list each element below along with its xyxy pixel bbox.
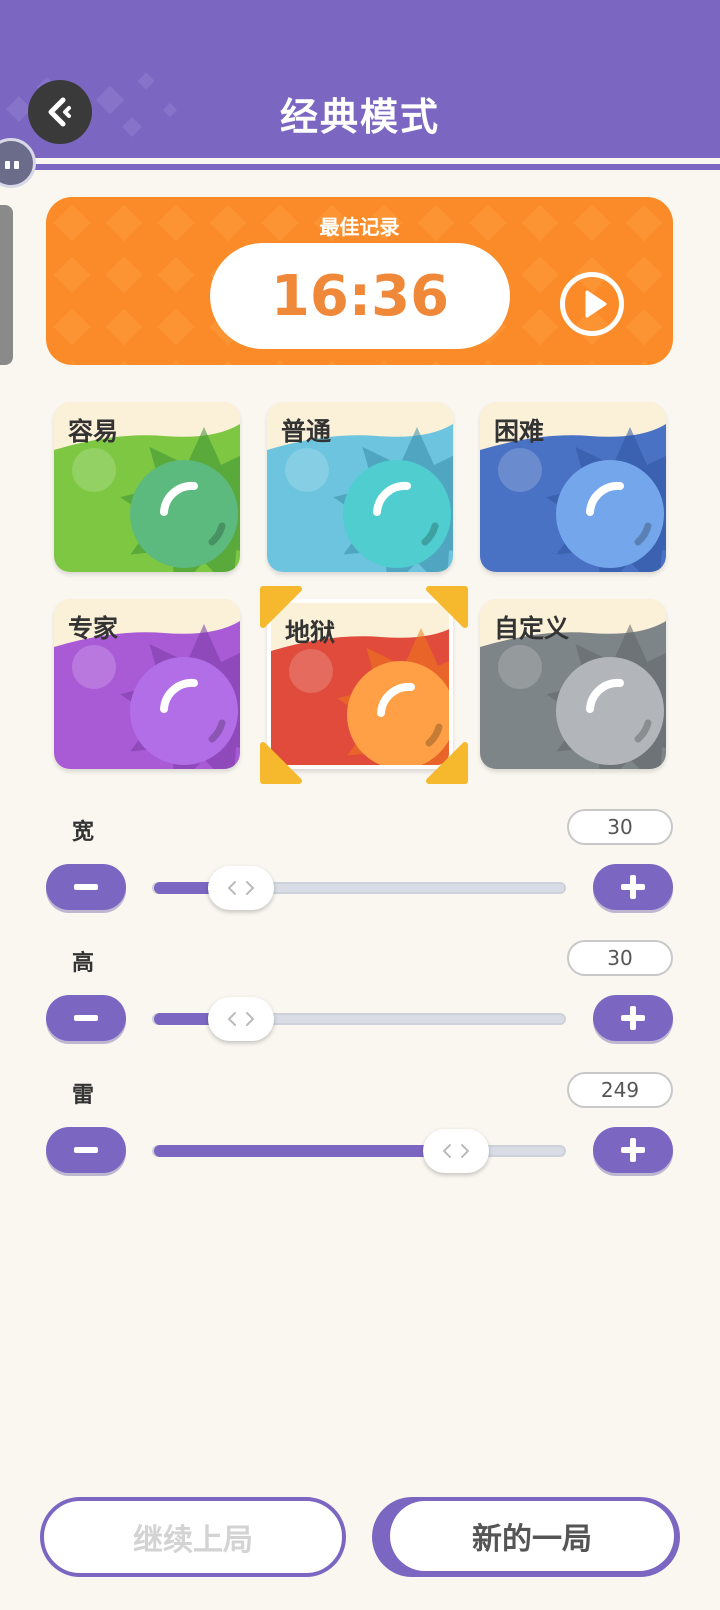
difficulty-card-hell[interactable]: 地狱 xyxy=(267,599,453,769)
difficulty-card-easy[interactable]: 容易 xyxy=(54,402,240,572)
side-drawer-handle[interactable] xyxy=(0,205,13,365)
mines-value: 249 xyxy=(567,1072,673,1108)
replay-button[interactable] xyxy=(560,272,624,336)
difficulty-label: 困难 xyxy=(494,417,545,446)
difficulty-card-expert[interactable]: 专家 xyxy=(54,599,240,769)
header-divider-line xyxy=(0,164,720,170)
difficulty-label: 专家 xyxy=(68,614,119,643)
difficulty-label: 自定义 xyxy=(494,614,570,643)
height-slider-thumb[interactable] xyxy=(207,997,274,1041)
continue-game-button[interactable]: 继续上局 xyxy=(40,1497,346,1577)
new-game-button[interactable]: 新的一局 xyxy=(372,1497,680,1577)
minus-icon xyxy=(74,884,98,890)
mines-label: 雷 xyxy=(72,1083,95,1108)
mines-slider-track[interactable] xyxy=(152,1145,566,1157)
difficulty-label: 容易 xyxy=(68,417,119,446)
page-title: 经典模式 xyxy=(279,95,440,139)
plus-icon xyxy=(621,1006,645,1030)
new-game-label: 新的一局 xyxy=(390,1501,674,1571)
plus-icon xyxy=(621,875,645,899)
difficulty-card-custom[interactable]: 自定义 xyxy=(480,599,666,769)
best-record-card: 最佳记录 16:36 xyxy=(46,197,673,365)
difficulty-label: 地狱 xyxy=(285,618,336,647)
header-bar: 经典模式 xyxy=(0,0,720,158)
mines-slider-fill xyxy=(154,1145,459,1157)
minus-icon xyxy=(74,1015,98,1021)
width-label: 宽 xyxy=(72,820,95,845)
width-value: 30 xyxy=(567,809,673,845)
mines-slider-thumb[interactable] xyxy=(423,1129,490,1173)
back-button[interactable] xyxy=(28,80,92,144)
minus-icon xyxy=(74,1147,98,1153)
height-increase-button[interactable] xyxy=(593,995,673,1041)
difficulty-card-normal[interactable]: 普通 xyxy=(267,402,453,572)
difficulty-label: 普通 xyxy=(281,417,332,446)
drag-handle-icon xyxy=(227,881,255,895)
best-record-time: 16:36 xyxy=(210,243,510,349)
mines-increase-button[interactable] xyxy=(593,1127,673,1173)
drag-handle-icon xyxy=(443,1144,470,1158)
back-arrow-icon xyxy=(48,97,71,127)
difficulty-card-hard[interactable]: 困难 xyxy=(480,402,666,572)
height-decrease-button[interactable] xyxy=(46,995,126,1041)
height-value: 30 xyxy=(567,940,673,976)
drag-handle-icon xyxy=(227,1012,255,1026)
play-icon xyxy=(585,290,607,318)
best-record-label: 最佳记录 xyxy=(319,215,400,239)
height-label: 高 xyxy=(72,951,95,976)
plus-icon xyxy=(621,1138,645,1162)
mines-decrease-button[interactable] xyxy=(46,1127,126,1173)
width-slider-thumb[interactable] xyxy=(207,866,274,910)
width-decrease-button[interactable] xyxy=(46,864,126,910)
width-increase-button[interactable] xyxy=(593,864,673,910)
